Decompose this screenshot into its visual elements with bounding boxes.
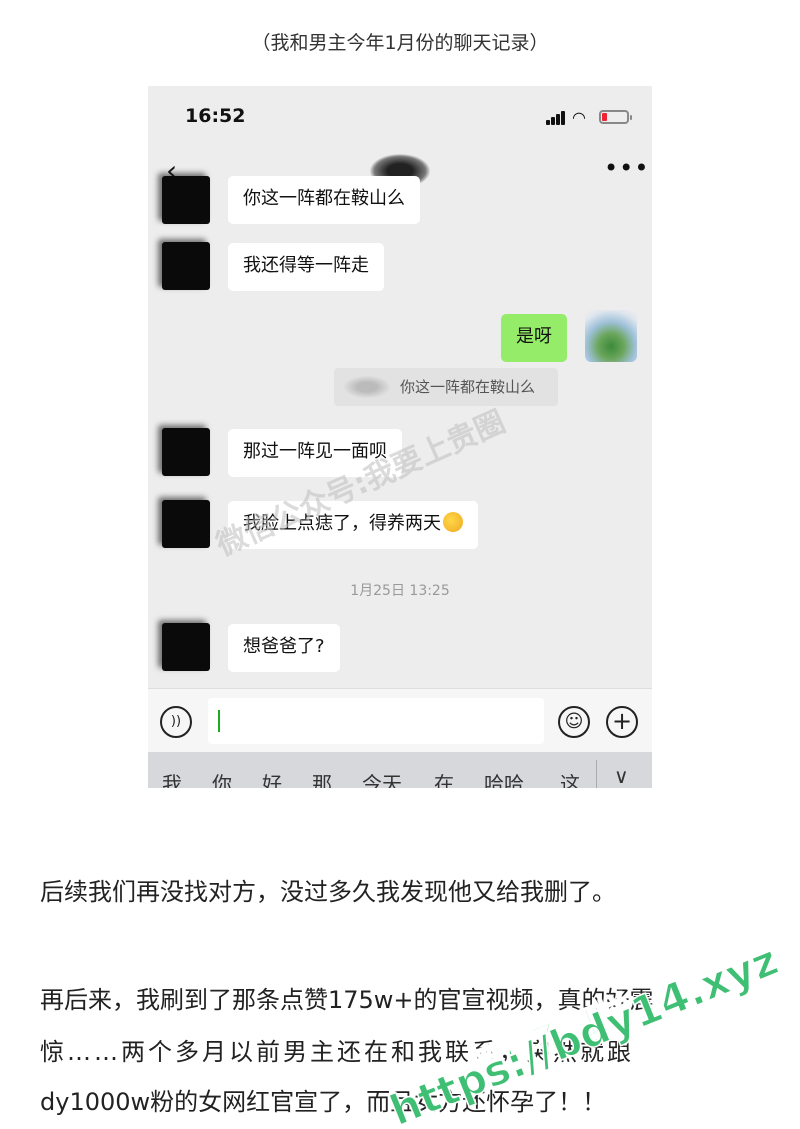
avatar[interactable]: [162, 242, 210, 290]
suggestion[interactable]: 你: [212, 768, 232, 788]
wifi-icon: ◠: [572, 108, 586, 127]
message-bubble-self: 是呀: [501, 314, 567, 362]
suggestion[interactable]: 那: [312, 768, 332, 788]
caption: （我和男主今年1月份的聊天记录）: [251, 32, 549, 54]
message-bubble: 我还得等一阵走: [228, 243, 384, 291]
paragraph: dy1000w粉的女网红官宣了，而且女方还怀孕了！！: [40, 1088, 607, 1116]
message-list: 你这一阵都在鞍山么 我还得等一阵走 是呀 你这一阵都在鞍山么 那过一阵见一面呗 …: [148, 176, 652, 688]
avatar[interactable]: [162, 500, 210, 548]
text-caret: [218, 710, 220, 732]
tired-emoji-icon: [443, 512, 463, 532]
emoji-icon[interactable]: ☺: [558, 706, 590, 738]
message-input[interactable]: [208, 698, 544, 744]
suggestion[interactable]: 我: [162, 768, 182, 788]
quote-text: 你这一阵都在鞍山么: [400, 378, 536, 396]
plus-icon[interactable]: +: [606, 706, 638, 738]
suggestion[interactable]: 这: [560, 768, 580, 788]
suggestion[interactable]: 在: [434, 768, 454, 788]
more-icon[interactable]: •••: [604, 154, 649, 182]
status-bar: 16:52 ◠: [148, 86, 652, 146]
suggestion[interactable]: 好: [262, 768, 282, 788]
message-bubble: 想爸爸了?: [228, 624, 340, 672]
message-bubble: 你这一阵都在鞍山么: [228, 176, 420, 224]
input-bar: )) ☺ +: [148, 688, 652, 752]
message-text: 我脸上点痣了，得养两天: [243, 513, 441, 534]
status-time: 16:52: [185, 105, 246, 127]
avatar[interactable]: [162, 623, 210, 671]
paragraph: 后续我们再没找对方，没过多久我发现他又给我删了。: [40, 878, 616, 906]
avatar[interactable]: [162, 176, 210, 224]
suggestion[interactable]: 今天: [362, 768, 402, 788]
quoted-message[interactable]: 你这一阵都在鞍山么: [334, 368, 558, 406]
signal-icon: [546, 111, 568, 125]
avatar[interactable]: [162, 428, 210, 476]
message-bubble: 我脸上点痣了，得养两天: [228, 501, 478, 549]
chevron-down-icon[interactable]: ∨: [614, 764, 629, 788]
avatar-self[interactable]: [585, 310, 637, 362]
timestamp: 1月25日 13:25: [350, 583, 450, 599]
quote-sender-blurred: [344, 376, 390, 398]
chat-screenshot: 16:52 ◠ ‹ ••• 你这一阵都在鞍山么 我还得等一阵走 是呀 你这一阵都…: [148, 86, 652, 788]
suggestion[interactable]: 哈哈: [484, 768, 524, 788]
battery-icon: [599, 110, 632, 124]
voice-icon[interactable]: )): [160, 706, 192, 738]
divider: [596, 760, 597, 788]
keyboard-suggestions: 我 你 好 那 今天 在 哈哈 这 ∨: [148, 752, 652, 788]
message-bubble: 那过一阵见一面呗: [228, 429, 402, 477]
